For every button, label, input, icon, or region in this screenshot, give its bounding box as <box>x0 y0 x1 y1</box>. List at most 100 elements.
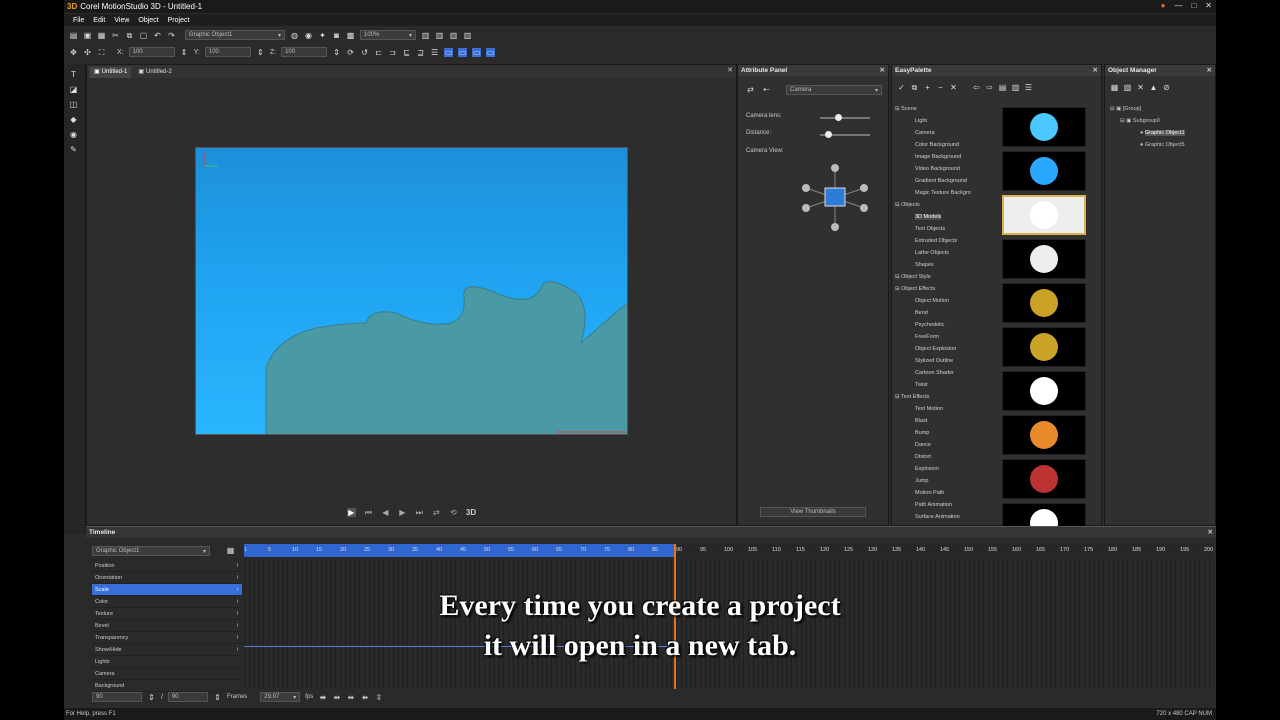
3d-toggle[interactable]: 3D <box>466 508 476 517</box>
copy-icon[interactable]: ⧉ <box>910 83 919 92</box>
layout-2-icon[interactable]: ▥ <box>435 31 444 40</box>
align-top-icon[interactable]: ⊒ <box>416 48 425 57</box>
timeline-object-select[interactable]: Graphic Object1 ▾ <box>92 546 210 556</box>
back-icon[interactable]: ⇠ <box>762 85 771 94</box>
save-icon[interactable]: ▦ <box>97 31 106 40</box>
baseball-model-thumbnail[interactable] <box>1002 239 1086 279</box>
tree-item[interactable]: Path Animation <box>895 499 985 511</box>
open-file-icon[interactable]: ▣ <box>83 31 92 40</box>
tree-item[interactable]: Video Background <box>895 163 985 175</box>
redo-icon[interactable]: ↷ <box>167 31 176 40</box>
track-position[interactable]: Position ⍿ <box>92 560 242 572</box>
layout-3-icon[interactable]: ▥ <box>449 31 458 40</box>
tree-item[interactable]: Shapes <box>895 259 985 271</box>
close-panel-icon[interactable]: ✕ <box>1208 527 1213 538</box>
tree-item[interactable]: Blast <box>895 415 985 427</box>
delete-icon[interactable]: ✕ <box>1136 83 1145 92</box>
plane-model-thumbnail[interactable] <box>1002 107 1086 147</box>
next-keyframe-icon[interactable]: ⇻ <box>360 693 369 702</box>
ungroup-icon[interactable]: ▧ <box>1123 83 1132 92</box>
frame-stepper-icon[interactable]: ⇕ <box>147 693 156 702</box>
folder-icon[interactable]: ▤ <box>998 83 1007 92</box>
menu-project[interactable]: Project <box>168 17 190 24</box>
tree-item[interactable]: Object Motion <box>895 295 985 307</box>
layout-1-icon[interactable]: ▥ <box>421 31 430 40</box>
camera-icon[interactable]: ◙ <box>332 31 341 40</box>
x-input[interactable]: 100 <box>128 47 175 57</box>
sort-icon[interactable]: ☰ <box>1024 83 1033 92</box>
paste-icon[interactable]: ▢ <box>139 31 148 40</box>
x-stepper-icon[interactable]: ⇕ <box>180 48 189 57</box>
tree-item[interactable]: Twist <box>895 379 985 391</box>
menu-edit[interactable]: Edit <box>93 17 105 24</box>
motion-text-model-thumbnail[interactable] <box>1002 283 1086 323</box>
fps-select[interactable]: 29.97 ▾ <box>260 692 301 702</box>
grid-icon[interactable]: ▩ <box>346 31 355 40</box>
eye-icon[interactable]: ◉ <box>304 31 313 40</box>
tree-category[interactable]: ⊟ Text Effects <box>895 391 985 403</box>
tree-item[interactable]: Dance <box>895 439 985 451</box>
view-4-icon[interactable]: ▭ <box>486 47 496 57</box>
tree-item[interactable]: Cartoon Shader <box>895 367 985 379</box>
tree-item[interactable]: Bump <box>895 427 985 439</box>
camera-view-widget[interactable] <box>798 160 873 235</box>
zoom-select[interactable]: 100% ▾ <box>360 30 416 40</box>
tree-item[interactable]: Extruded Objects <box>895 235 985 247</box>
first-frame-icon[interactable]: ⏮ <box>364 508 373 517</box>
delete-icon[interactable]: ✕ <box>949 83 958 92</box>
close-button[interactable]: ✕ <box>1205 1 1212 10</box>
hide-icon[interactable]: ⊘ <box>1162 83 1171 92</box>
distance-slider[interactable] <box>820 131 870 138</box>
view-1-icon[interactable]: ▭ <box>444 47 454 57</box>
total-frames-input[interactable]: 90 <box>167 692 208 702</box>
slider-knob[interactable] <box>835 114 842 121</box>
tree-item[interactable]: FreeForm <box>895 331 985 343</box>
tree-category[interactable]: ⊟ Object Style <box>895 271 985 283</box>
tree-node[interactable]: ● Graphic Object5 <box>1110 139 1185 151</box>
view-3-icon[interactable]: ▭ <box>472 47 482 57</box>
tree-item[interactable]: Motion Path <box>895 487 985 499</box>
tree-item[interactable]: Image Background <box>895 151 985 163</box>
import-icon[interactable]: ⇦ <box>972 83 981 92</box>
transfer-icon[interactable]: ⇄ <box>746 85 755 94</box>
tree-item[interactable]: Text Objects <box>895 223 985 235</box>
close-document-icon[interactable]: ✕ <box>727 66 733 74</box>
distribute-icon[interactable]: ☰ <box>430 48 439 57</box>
prev-keyframe-icon[interactable]: ⇺ <box>346 693 355 702</box>
tree-item[interactable]: Jump <box>895 475 985 487</box>
tree-item[interactable]: Bend <box>895 307 985 319</box>
globe-icon[interactable]: ◍ <box>290 31 299 40</box>
remove-icon[interactable]: − <box>936 83 945 92</box>
loop-icon[interactable]: ⟲ <box>449 508 458 517</box>
track-options-icon[interactable]: ▦ <box>226 546 235 555</box>
y-stepper-icon[interactable]: ⇕ <box>256 48 265 57</box>
ball-model-thumbnail[interactable] <box>1002 459 1086 499</box>
apply-icon[interactable]: ✓ <box>897 83 906 92</box>
copy-icon[interactable]: ⧉ <box>125 31 134 40</box>
track-camera[interactable]: Camera <box>92 668 242 680</box>
tree-category[interactable]: ⊟ Scene <box>895 103 985 115</box>
swap-icon[interactable]: ⇄ <box>432 508 441 517</box>
rotate-icon[interactable]: ⟳ <box>346 48 355 57</box>
object-select[interactable]: Graphic Object1 ▾ <box>185 30 285 40</box>
close-panel-icon[interactable]: ✕ <box>1093 65 1098 76</box>
new-file-icon[interactable]: ▤ <box>69 31 78 40</box>
tree-item[interactable]: Surface Animation <box>895 511 985 523</box>
timeline-ruler[interactable]: 1 5 10 15 20 25 30 35 40 45 50 55 60 65 70 75 80 85 90 95 10… <box>244 544 1214 557</box>
minimize-button[interactable]: — <box>1174 1 1182 10</box>
tree-item[interactable]: Lathe Objects <box>895 247 985 259</box>
cut-icon[interactable]: ✂ <box>111 31 120 40</box>
last-frame-icon[interactable]: ⏭ <box>415 508 424 517</box>
maximize-button[interactable]: □ <box>1191 1 1196 10</box>
menu-view[interactable]: View <box>114 17 129 24</box>
tree-node[interactable]: ⊟ ▣ [Group] <box>1110 103 1185 115</box>
tree-item[interactable]: Psychedelic <box>895 319 985 331</box>
lock-icon[interactable]: ▲ <box>1149 83 1158 92</box>
lathe-tool-icon[interactable]: ◫ <box>69 100 78 109</box>
layout-4-icon[interactable]: ▥ <box>463 31 472 40</box>
tree-item[interactable]: Text Motion <box>895 403 985 415</box>
tree-item[interactable]: Gradient Background <box>895 175 985 187</box>
tab-untitled-2[interactable]: ▣ Untitled-2 <box>134 67 175 78</box>
light-icon[interactable]: ✦ <box>318 31 327 40</box>
close-panel-icon[interactable]: ✕ <box>1207 65 1212 76</box>
